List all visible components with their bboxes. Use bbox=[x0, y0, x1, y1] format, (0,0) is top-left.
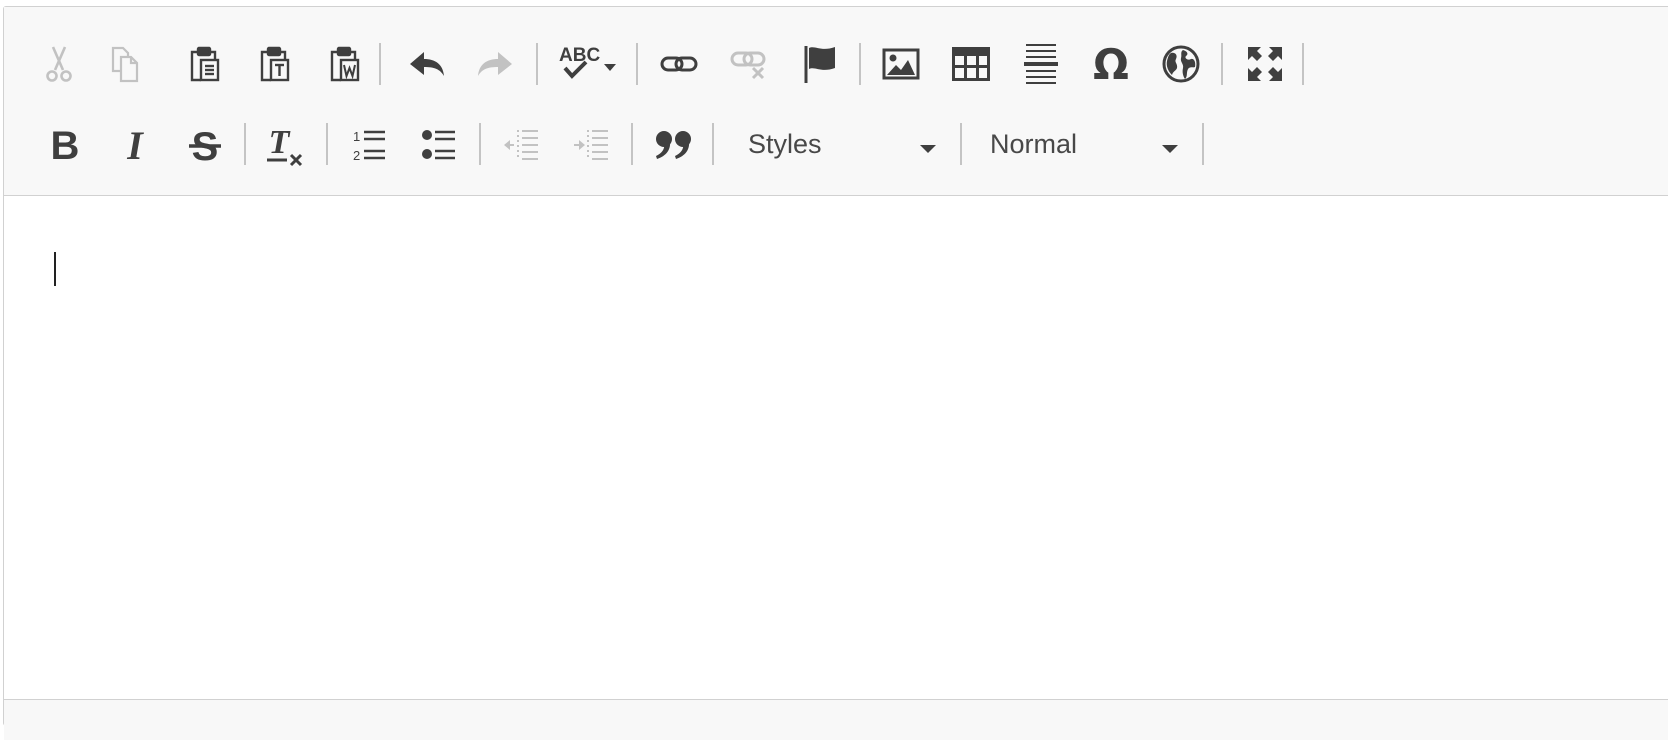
italic-button[interactable]: I bbox=[110, 120, 160, 170]
toolbar-separator bbox=[479, 123, 481, 165]
cut-icon bbox=[41, 44, 77, 84]
copy-button[interactable] bbox=[100, 39, 150, 89]
toolbar-separator bbox=[960, 123, 962, 165]
remove-format-button[interactable]: T bbox=[260, 120, 310, 170]
toolbar-separator bbox=[859, 43, 861, 85]
toolbar-separator bbox=[536, 43, 538, 85]
numbered-list-button[interactable]: 1 2 bbox=[344, 120, 394, 170]
horizontal-line-icon bbox=[1022, 42, 1060, 86]
toolbar-separator bbox=[379, 43, 381, 85]
link-button[interactable] bbox=[654, 39, 704, 89]
remove-format-icon: T bbox=[265, 123, 305, 167]
redo-button[interactable] bbox=[470, 39, 520, 89]
bold-glyph-text: B bbox=[51, 124, 80, 166]
toolbar-separator bbox=[1202, 123, 1204, 165]
anchor-button[interactable] bbox=[794, 39, 844, 89]
paste-text-button[interactable] bbox=[250, 39, 300, 89]
indent-button[interactable] bbox=[566, 120, 616, 170]
outdent-button[interactable] bbox=[496, 120, 546, 170]
svg-text:2: 2 bbox=[353, 148, 360, 163]
bulleted-list-icon bbox=[421, 127, 457, 163]
strikethrough-button[interactable]: S bbox=[180, 120, 230, 170]
horizontal-line-button[interactable] bbox=[1016, 39, 1066, 89]
bold-button[interactable]: B bbox=[40, 120, 90, 170]
chevron-down-icon bbox=[1162, 141, 1178, 159]
copy-icon bbox=[107, 44, 143, 84]
image-icon bbox=[881, 46, 921, 82]
toolbar-separator bbox=[631, 123, 633, 165]
maximize-icon bbox=[1245, 44, 1285, 84]
link-icon bbox=[659, 49, 699, 79]
image-button[interactable] bbox=[876, 39, 926, 89]
blockquote-icon bbox=[654, 128, 694, 162]
editor-toolbar: ABC Ω B I S T 1 2 Styles Normal bbox=[4, 7, 1668, 196]
rich-text-editor: ABC Ω B I S T 1 2 Styles Normal bbox=[3, 6, 1668, 740]
toolbar-separator bbox=[712, 123, 714, 165]
undo-icon bbox=[407, 46, 447, 82]
unlink-icon bbox=[729, 46, 769, 82]
bold-icon: B bbox=[47, 124, 83, 166]
editor-content-area[interactable] bbox=[4, 196, 1668, 702]
editor-footer bbox=[4, 699, 1668, 740]
remove-format-glyph-text: T bbox=[269, 124, 291, 161]
unlink-button[interactable] bbox=[724, 39, 774, 89]
table-button[interactable] bbox=[946, 39, 996, 89]
toolbar-separator bbox=[326, 123, 328, 165]
format-combo[interactable]: Normal bbox=[966, 120, 1196, 168]
outdent-icon bbox=[502, 128, 540, 162]
svg-text:1: 1 bbox=[353, 129, 360, 144]
paste-icon bbox=[187, 44, 223, 84]
special-char-button[interactable]: Ω bbox=[1086, 39, 1136, 89]
undo-button[interactable] bbox=[402, 39, 452, 89]
maximize-button[interactable] bbox=[1240, 39, 1290, 89]
omega-glyph-text: Ω bbox=[1093, 42, 1129, 86]
styles-combo[interactable]: Styles bbox=[724, 120, 954, 168]
chevron-down-icon bbox=[920, 141, 936, 159]
styles-combo-label: Styles bbox=[748, 128, 822, 159]
numbered-list-icon: 1 2 bbox=[351, 127, 387, 163]
globe-icon bbox=[1161, 44, 1201, 84]
cut-button[interactable] bbox=[34, 39, 84, 89]
paste-button[interactable] bbox=[180, 39, 230, 89]
italic-glyph-text: I bbox=[126, 124, 144, 166]
language-button[interactable] bbox=[1156, 39, 1206, 89]
text-caret bbox=[54, 252, 56, 286]
blockquote-button[interactable] bbox=[649, 120, 699, 170]
anchor-flag-icon bbox=[799, 43, 839, 85]
bulleted-list-button[interactable] bbox=[414, 120, 464, 170]
paste-word-icon bbox=[327, 44, 363, 84]
indent-icon bbox=[572, 128, 610, 162]
paste-text-icon bbox=[257, 44, 293, 84]
spellcheck-abc-text: ABC bbox=[559, 45, 600, 66]
table-icon bbox=[950, 45, 992, 83]
spellcheck-icon: ABC bbox=[556, 42, 622, 86]
italic-icon: I bbox=[117, 124, 153, 166]
toolbar-separator bbox=[1221, 43, 1223, 85]
special-char-icon: Ω bbox=[1091, 42, 1131, 86]
toolbar-separator bbox=[636, 43, 638, 85]
strikethrough-icon: S bbox=[187, 124, 223, 166]
spellcheck-button[interactable]: ABC bbox=[554, 39, 624, 89]
toolbar-separator bbox=[1302, 43, 1304, 85]
toolbar-separator bbox=[244, 123, 246, 165]
redo-icon bbox=[475, 46, 515, 82]
paste-word-button[interactable] bbox=[320, 39, 370, 89]
format-combo-label: Normal bbox=[990, 128, 1078, 159]
